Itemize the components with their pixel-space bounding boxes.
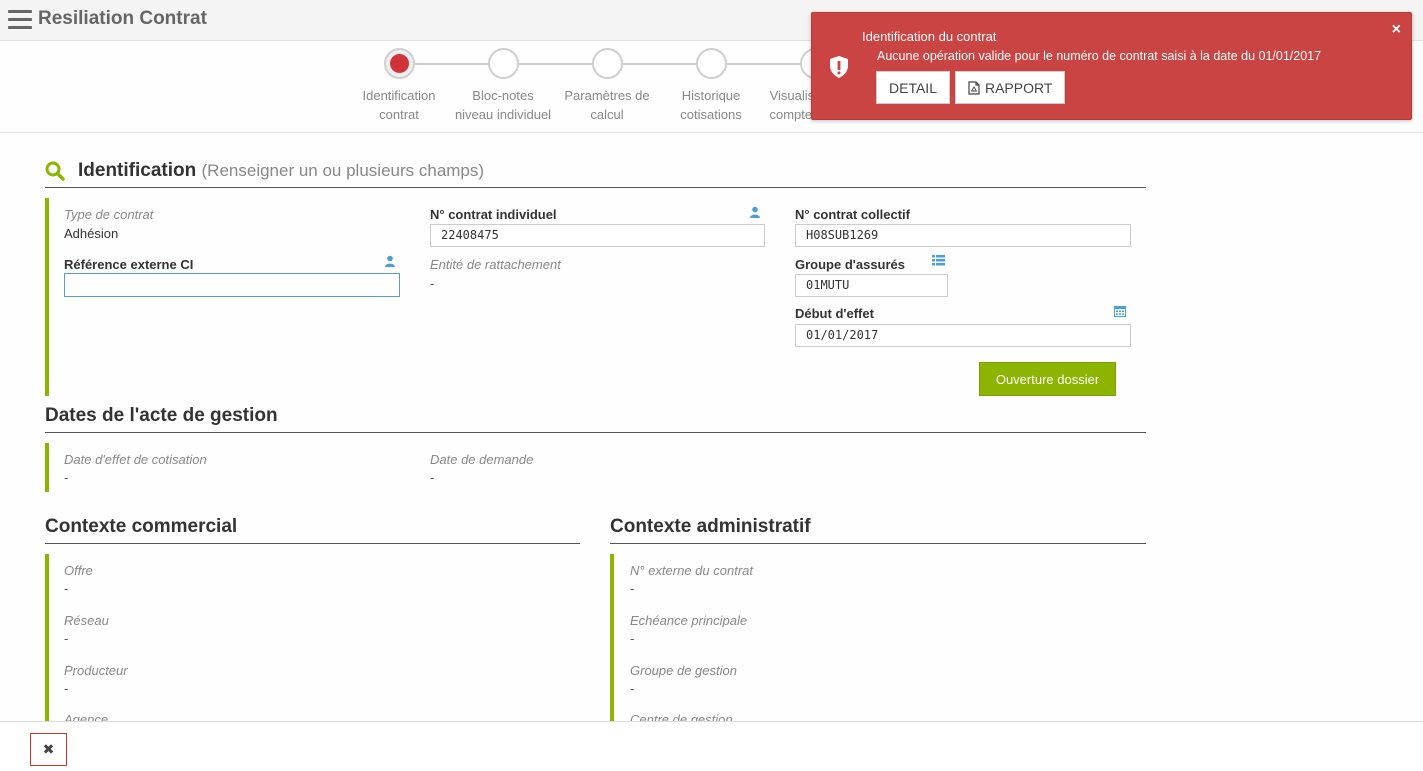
close-button[interactable]: ✖ <box>30 733 67 766</box>
contrat-collectif-label: N° contrat collectif <box>795 207 910 222</box>
ouverture-dossier-button[interactable]: Ouverture dossier <box>979 362 1116 396</box>
step-parametres[interactable]: Paramètres de calcul <box>547 48 667 124</box>
calendar-icon[interactable] <box>1114 305 1126 317</box>
toast-message: Aucune opération valide pour le numéro d… <box>877 49 1322 63</box>
n-externe-value: - <box>630 581 635 596</box>
pdf-icon <box>968 80 980 95</box>
section-rule <box>45 432 1146 433</box>
groupe-assures-label: Groupe d'assurés <box>795 257 906 272</box>
date-demande-label: Date de demande <box>430 452 534 467</box>
entite-value: - <box>430 276 435 291</box>
step-label: Bloc-notes niveau individuel <box>454 88 552 122</box>
type-contrat-label: Type de contrat <box>64 207 154 222</box>
echeance-value: - <box>630 631 635 646</box>
ref-externe-input[interactable] <box>64 273 400 297</box>
step-circle <box>695 48 727 79</box>
date-demande-value: - <box>430 470 435 485</box>
entite-label: Entité de rattachement <box>430 257 561 272</box>
section-accent-bar <box>45 198 49 396</box>
identification-title-text: Identification <box>78 160 197 181</box>
groupe-gestion-value: - <box>630 681 635 696</box>
type-contrat-value: Adhésion <box>64 226 119 241</box>
page-title: Resiliation Contrat <box>38 8 207 29</box>
step-circle <box>591 48 623 79</box>
section-rule <box>45 543 580 544</box>
step-historique[interactable]: Historique cotisations <box>651 48 771 124</box>
menu-icon[interactable] <box>8 10 32 30</box>
divider <box>0 132 1423 133</box>
step-circle <box>487 48 519 79</box>
debut-effet-input[interactable]: 01/01/2017 <box>795 324 1131 347</box>
offre-label: Offre <box>64 563 93 578</box>
groupe-assures-input[interactable]: 01MUTU <box>795 274 948 297</box>
contrat-individuel-label: N° contrat individuel <box>430 207 557 222</box>
section-accent-bar <box>610 554 614 724</box>
detail-button[interactable]: DETAIL <box>876 71 950 104</box>
offre-value: - <box>64 581 69 596</box>
contrat-individuel-input[interactable]: 22408475 <box>430 224 765 247</box>
dates-title: Dates de l'acte de gestion <box>45 405 278 426</box>
footer-bar: ✖ <box>0 721 1423 771</box>
section-accent-bar <box>45 554 49 724</box>
ref-externe-label: Référence externe CI <box>64 257 194 272</box>
step-circle <box>383 48 415 79</box>
list-icon[interactable] <box>932 254 945 266</box>
step-label: Paramètres de calcul <box>564 88 650 122</box>
identification-title: Identification (Renseigner un ou plusieu… <box>78 160 484 182</box>
rapport-button-label: RAPPORT <box>984 79 1053 96</box>
toast-title: Identification du contrat <box>862 29 997 44</box>
reseau-label: Réseau <box>64 613 109 628</box>
step-bloc-notes[interactable]: Bloc-notes niveau individuel <box>443 48 563 124</box>
producteur-value: - <box>64 681 69 696</box>
section-accent-bar <box>45 443 49 492</box>
person-icon[interactable] <box>384 255 396 267</box>
identification-subtitle: (Renseigner un ou plusieurs champs) <box>201 161 485 180</box>
step-label: Identification contrat <box>362 88 436 122</box>
n-externe-label: N° externe du contrat <box>630 563 753 578</box>
date-effet-label: Date d'effet de cotisation <box>64 452 207 467</box>
date-effet-value: - <box>64 470 69 485</box>
error-toast: Identification du contrat Aucune opérati… <box>811 12 1412 120</box>
reseau-value: - <box>64 631 69 646</box>
close-icon[interactable]: × <box>1392 21 1401 39</box>
search-icon <box>45 161 65 181</box>
shield-alert-icon <box>830 56 848 78</box>
producteur-label: Producteur <box>64 663 128 678</box>
echeance-label: Echéance principale <box>630 613 748 628</box>
section-rule <box>45 187 1146 188</box>
commercial-title: Contexte commercial <box>45 516 238 537</box>
administratif-title: Contexte administratif <box>610 516 811 537</box>
section-rule <box>610 543 1146 544</box>
step-label: Historique cotisations <box>680 88 742 122</box>
debut-effet-label: Début d'effet <box>795 306 874 321</box>
contrat-collectif-input[interactable]: H08SUB1269 <box>795 224 1131 247</box>
groupe-gestion-label: Groupe de gestion <box>630 663 737 678</box>
detail-button-label: DETAIL <box>889 79 937 96</box>
person-icon[interactable] <box>749 206 761 218</box>
rapport-button[interactable]: RAPPORT <box>954 71 1066 104</box>
step-identification[interactable]: Identification contrat <box>339 48 459 124</box>
